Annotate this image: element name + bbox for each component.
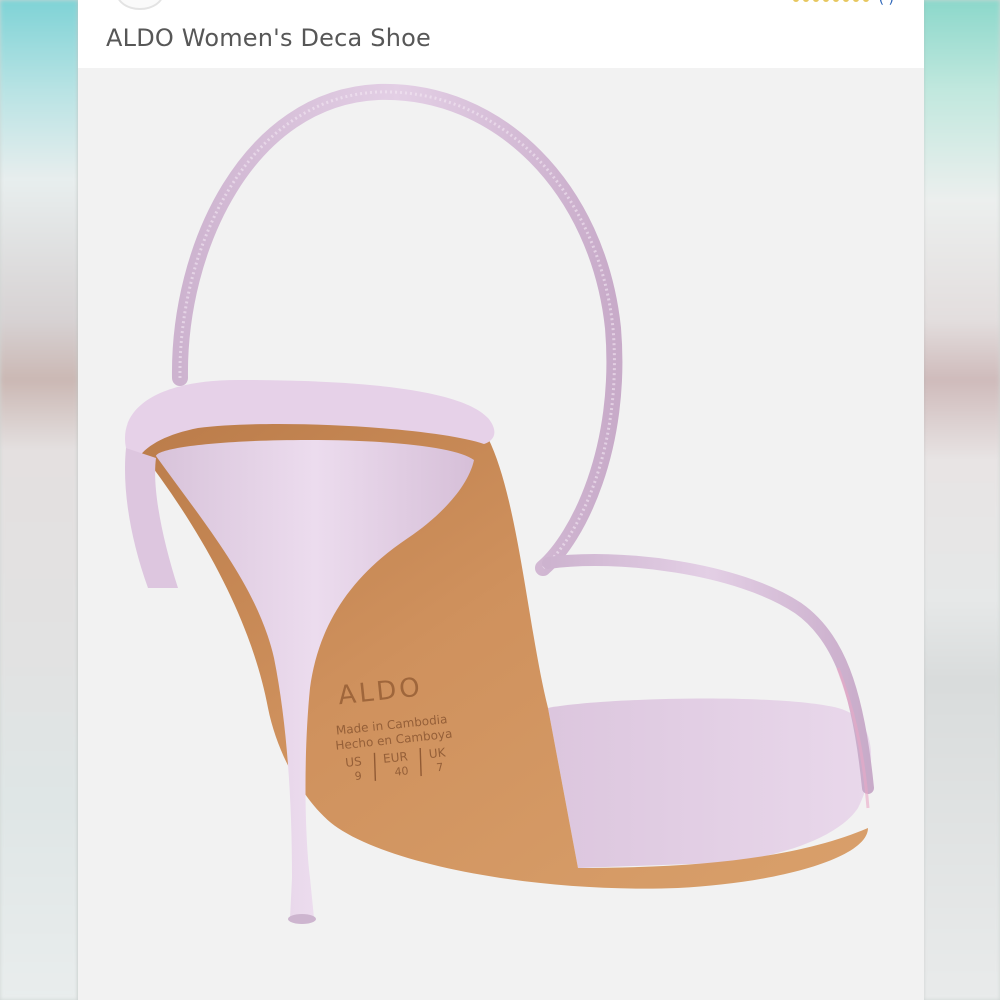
sole-size-eur-value: 40 — [394, 764, 409, 778]
blurred-background-left — [0, 0, 78, 1000]
sole-size-us-value: 9 — [354, 769, 362, 783]
sole-size-uk-value: 7 — [436, 761, 444, 775]
review-count-partial: (·) — [879, 0, 894, 6]
product-title[interactable]: ALDO Women's Deca Shoe — [106, 24, 431, 52]
card-header: (·) ALDO Women's Deca Shoe — [78, 0, 924, 68]
product-card[interactable]: (·) ALDO Women's Deca Shoe — [78, 0, 924, 1000]
avatar[interactable] — [116, 0, 164, 10]
star-rating[interactable]: (·) — [792, 0, 894, 6]
sole-size-eur-label: EUR — [382, 749, 408, 766]
sole-size-us-label: US — [345, 754, 363, 770]
sole-size-uk-label: UK — [428, 745, 447, 761]
star-icon — [862, 0, 869, 2]
star-icon — [842, 0, 849, 2]
star-icon — [852, 0, 859, 2]
footbed — [548, 698, 872, 868]
star-icon — [802, 0, 809, 2]
blurred-background-right — [922, 0, 1000, 1000]
sandal-illustration: ALDO Made in Cambodia Hecho en Camboya U… — [124, 83, 874, 924]
star-icon — [832, 0, 839, 2]
star-icon — [792, 0, 799, 2]
product-image[interactable]: ALDO Made in Cambodia Hecho en Camboya U… — [78, 68, 924, 1000]
star-icon — [812, 0, 819, 2]
star-icon — [822, 0, 829, 2]
heel-tip — [288, 914, 316, 924]
